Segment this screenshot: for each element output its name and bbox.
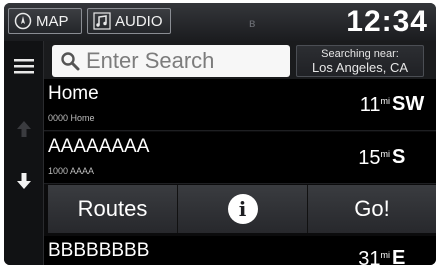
info-button[interactable]: i xyxy=(178,185,308,233)
result-name: BBBBBBBB xyxy=(48,240,150,261)
menu-icon[interactable] xyxy=(4,57,44,75)
searching-near-label: Searching near: xyxy=(321,48,399,60)
arrow-down-icon[interactable] xyxy=(4,171,44,191)
list-item[interactable]: AAAAAAAA 1000 AAAA 15mi S xyxy=(44,132,436,184)
search-placeholder: Enter Search xyxy=(86,48,215,73)
result-address: 1000 AAAA xyxy=(48,166,95,176)
go-button[interactable]: Go! xyxy=(308,185,436,233)
search-row: Enter Search Searching near: Los Angeles… xyxy=(44,41,436,79)
list-item[interactable]: BBBBBBBB 31mi E xyxy=(44,236,436,265)
nav-screen: MAP AUDIO ʙ 12:34 Enter Search Searching… xyxy=(4,3,436,265)
result-direction: E xyxy=(392,247,406,265)
routes-button[interactable]: Routes xyxy=(48,185,178,233)
results-list: Home 0000 Home 11mi SW AAAAAAAA 1000 AAA… xyxy=(44,79,436,265)
map-tab[interactable]: MAP xyxy=(8,8,82,34)
list-item[interactable]: Home 0000 Home 11mi SW xyxy=(44,79,436,131)
result-distance: 15mi xyxy=(358,147,390,169)
searching-near-city: Los Angeles, CA xyxy=(311,60,409,75)
search-input[interactable]: Enter Search xyxy=(52,45,290,77)
result-address: 0000 Home xyxy=(48,113,95,123)
result-name: Home xyxy=(48,83,99,104)
bluetooth-icon: ʙ xyxy=(249,16,256,30)
result-action-bar: Routes i Go! xyxy=(48,185,436,233)
music-note-icon xyxy=(93,12,111,30)
map-tab-label: MAP xyxy=(36,12,69,30)
result-name: AAAAAAAA xyxy=(48,136,150,157)
arrow-up-icon[interactable] xyxy=(4,119,44,139)
compass-icon xyxy=(14,12,32,30)
result-distance: 31mi xyxy=(358,248,390,265)
result-direction: SW xyxy=(392,93,425,115)
audio-tab-label: AUDIO xyxy=(115,12,163,30)
left-rail xyxy=(4,41,44,265)
search-icon xyxy=(61,52,80,71)
info-icon: i xyxy=(227,194,258,224)
result-distance: 11mi xyxy=(359,94,390,116)
result-direction: S xyxy=(392,146,406,168)
status-bar: MAP AUDIO ʙ 12:34 xyxy=(4,3,436,41)
audio-tab[interactable]: AUDIO xyxy=(87,8,171,34)
searching-near-button[interactable]: Searching near: Los Angeles, CA xyxy=(296,45,424,77)
clock: 12:34 xyxy=(346,5,428,38)
